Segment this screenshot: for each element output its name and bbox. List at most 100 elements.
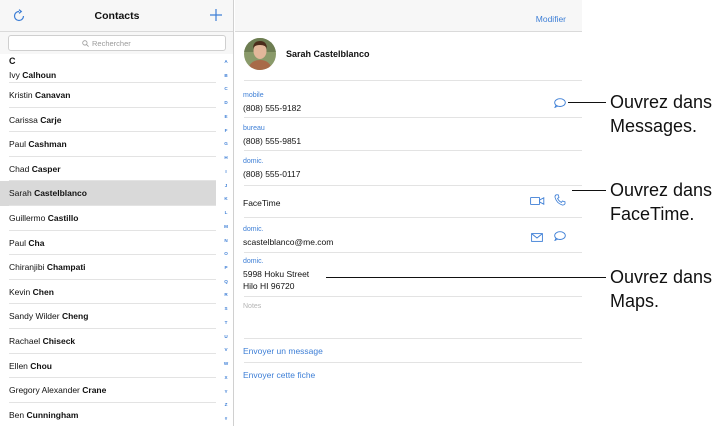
contact-row-cunningham[interactable]: Ben Cunningham bbox=[0, 403, 216, 426]
divider bbox=[244, 150, 582, 151]
index-letter[interactable]: L bbox=[225, 210, 228, 216]
callout-line-facetime bbox=[572, 190, 606, 191]
contact-row-cheng[interactable]: Sandy Wilder Cheng bbox=[0, 304, 216, 329]
contact-row-cashman[interactable]: Paul Cashman bbox=[0, 132, 216, 157]
contacts-title: Contacts bbox=[94, 10, 140, 22]
contact-first-name: Ben bbox=[9, 409, 25, 420]
contact-row-castillo[interactable]: Guillermo Castillo bbox=[0, 206, 216, 231]
message-button[interactable] bbox=[552, 95, 568, 111]
callout-facetime-line2: FaceTime. bbox=[610, 204, 695, 224]
contact-row-cha[interactable]: Paul Cha bbox=[0, 231, 216, 256]
callout-messages: Ouvrez dans Messages. bbox=[610, 90, 712, 138]
section-header-c: C bbox=[9, 56, 16, 66]
edit-button[interactable]: Modifier bbox=[536, 0, 566, 38]
callout-maps: Ouvrez dans Maps. bbox=[610, 265, 712, 313]
index-letter[interactable]: A bbox=[224, 59, 227, 65]
person-photo-icon bbox=[244, 38, 276, 70]
divider bbox=[244, 296, 582, 297]
address-street[interactable]: 5998 Hoku Street bbox=[243, 269, 309, 279]
index-letter[interactable]: F bbox=[225, 128, 228, 134]
divider bbox=[244, 80, 582, 81]
callout-maps-line2: Maps. bbox=[610, 291, 660, 311]
index-letter[interactable]: # bbox=[225, 416, 228, 422]
index-letter[interactable]: O bbox=[224, 252, 228, 257]
index-letter[interactable]: C bbox=[224, 87, 227, 92]
index-letter[interactable]: S bbox=[224, 307, 227, 312]
divider bbox=[244, 117, 582, 118]
search-bar bbox=[0, 32, 233, 54]
contact-row-chen[interactable]: Kevin Chen bbox=[0, 280, 216, 305]
send-email-button[interactable] bbox=[529, 229, 545, 245]
contact-first-name: Sandy Wilder bbox=[9, 311, 60, 322]
index-letter[interactable]: U bbox=[224, 334, 227, 340]
index-letter[interactable]: V bbox=[224, 348, 227, 353]
add-contact-button[interactable] bbox=[206, 5, 226, 25]
contact-row-calhoun[interactable]: Ivy Calhoun bbox=[0, 67, 216, 83]
video-camera-icon bbox=[529, 196, 544, 206]
email-message-button[interactable] bbox=[552, 228, 568, 244]
refresh-button[interactable] bbox=[10, 7, 28, 25]
index-letter[interactable]: D bbox=[224, 101, 227, 106]
index-letter[interactable]: X bbox=[224, 375, 227, 381]
contact-last-name: Calhoun bbox=[22, 70, 57, 80]
index-letter[interactable]: M bbox=[224, 224, 228, 230]
index-letter[interactable]: P bbox=[224, 265, 227, 271]
phone-work-value[interactable]: (808) 555-9851 bbox=[243, 136, 301, 146]
callout-messages-line1: Ouvrez dans bbox=[610, 92, 713, 112]
index-letter[interactable]: I bbox=[225, 169, 226, 175]
contact-last-name: Castelblanco bbox=[34, 188, 87, 199]
search-box[interactable] bbox=[8, 35, 226, 51]
send-message-link[interactable]: Envoyer un message bbox=[243, 346, 323, 356]
contact-row-castelblanco[interactable]: Sarah Castelblanco bbox=[0, 181, 216, 206]
contact-first-name: Paul bbox=[9, 139, 27, 150]
index-letter[interactable]: N bbox=[224, 238, 227, 244]
divider bbox=[244, 217, 582, 218]
email-label: domic. bbox=[243, 226, 264, 233]
callout-line-messages bbox=[568, 102, 606, 103]
index-letter[interactable]: W bbox=[224, 362, 228, 367]
phone-home-label: domic. bbox=[243, 158, 264, 165]
contact-row-crane[interactable]: Gregory Alexander Crane bbox=[0, 378, 216, 403]
facetime-video-button[interactable] bbox=[529, 193, 545, 209]
alphabet-index[interactable]: A B C D E F G H I J K L M N O P Q R S T U V W X Y Z # bbox=[220, 59, 232, 422]
contacts-list-pane: Contacts C Ivy Calhoun Kristin Canavan C… bbox=[0, 0, 234, 426]
phone-home-value[interactable]: (808) 555-0117 bbox=[243, 169, 301, 179]
contact-row-carje[interactable]: Carissa Carje bbox=[0, 108, 216, 133]
index-letter[interactable]: B bbox=[224, 73, 227, 79]
callout-facetime-line1: Ouvrez dans bbox=[610, 180, 713, 200]
index-letter[interactable]: J bbox=[225, 183, 228, 189]
search-input[interactable] bbox=[92, 38, 152, 48]
contact-row-champati[interactable]: Chiranjibi Champati bbox=[0, 255, 216, 280]
facetime-label: FaceTime bbox=[243, 198, 281, 208]
divider bbox=[244, 252, 582, 253]
contact-row-chiseck[interactable]: Rachael Chiseck bbox=[0, 329, 216, 354]
contact-first-name: Kevin bbox=[9, 286, 31, 297]
contact-last-name: Chou bbox=[30, 360, 52, 371]
contact-row-chou[interactable]: Ellen Chou bbox=[0, 354, 216, 379]
contact-last-name: Casper bbox=[31, 163, 61, 174]
phone-mobile-value[interactable]: (808) 555-9182 bbox=[243, 103, 301, 113]
contacts-list-header: Contacts bbox=[0, 0, 233, 32]
index-letter[interactable]: Q bbox=[224, 279, 228, 285]
index-letter[interactable]: R bbox=[224, 293, 227, 298]
address-city[interactable]: Hilo HI 96720 bbox=[243, 281, 295, 291]
phone-mobile-label: mobile bbox=[243, 92, 264, 99]
index-letter[interactable]: E bbox=[224, 114, 227, 120]
phone-work-label: bureau bbox=[243, 125, 265, 132]
contact-row-casper[interactable]: Chad Casper bbox=[0, 157, 216, 182]
index-letter[interactable]: T bbox=[225, 320, 228, 326]
share-contact-link[interactable]: Envoyer cette fiche bbox=[243, 370, 315, 380]
index-letter[interactable]: H bbox=[224, 156, 227, 161]
contact-row-canavan[interactable]: Kristin Canavan bbox=[0, 83, 216, 108]
index-letter[interactable]: Z bbox=[225, 403, 228, 408]
index-letter[interactable]: G bbox=[224, 142, 228, 147]
contact-first-name: Carissa bbox=[9, 114, 38, 125]
index-letter[interactable]: Y bbox=[224, 389, 227, 395]
contact-last-name: Crane bbox=[82, 385, 107, 396]
index-letter[interactable]: K bbox=[224, 197, 227, 202]
divider bbox=[244, 338, 582, 339]
email-value[interactable]: scastelblanco@me.com bbox=[243, 237, 333, 247]
message-bubble-icon bbox=[554, 231, 566, 241]
notes-label[interactable]: Notes bbox=[243, 303, 261, 310]
facetime-audio-button[interactable] bbox=[552, 192, 568, 208]
